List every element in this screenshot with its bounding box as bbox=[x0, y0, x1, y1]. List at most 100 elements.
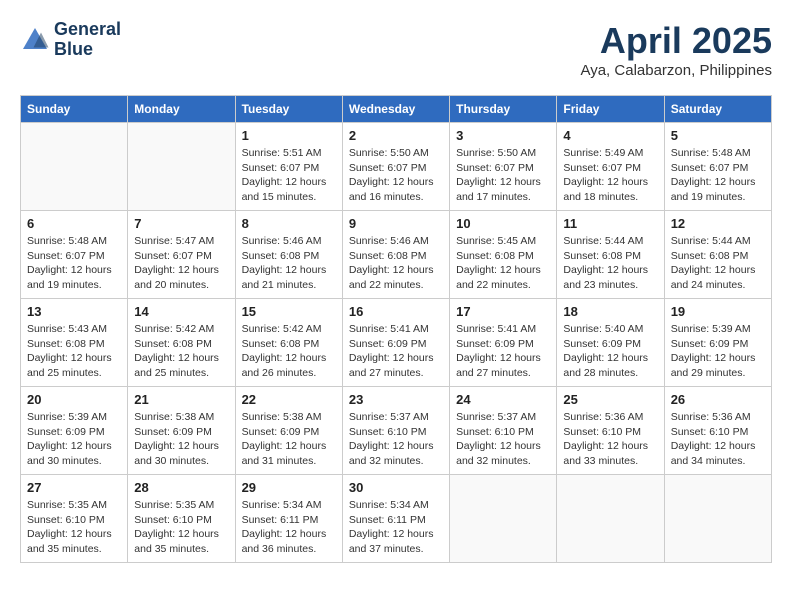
calendar-cell: 3Sunrise: 5:50 AM Sunset: 6:07 PM Daylig… bbox=[450, 123, 557, 211]
day-number: 19 bbox=[671, 304, 765, 319]
day-info: Sunrise: 5:44 AM Sunset: 6:08 PM Dayligh… bbox=[563, 234, 657, 293]
calendar-cell: 15 Sunrise: 5:42 AM Sunset: 6:08 PM Dayli… bbox=[235, 299, 342, 387]
day-number: 8 bbox=[242, 216, 336, 231]
day-info: Sunrise: 5:41 AM Sunset: 6:09 PM Dayligh… bbox=[456, 322, 550, 381]
day-info: Sunrise: 5:36 AM Sunset: 6:10 PM Dayligh… bbox=[563, 410, 657, 469]
calendar-cell: 4 Sunrise: 5:49 AM Sunset: 6:07 PM Daylig… bbox=[557, 123, 664, 211]
calendar-week-row: 6 Sunrise: 5:48 AM Sunset: 6:07 PM Daylig… bbox=[21, 211, 772, 299]
calendar-cell: 6 Sunrise: 5:48 AM Sunset: 6:07 PM Daylig… bbox=[21, 211, 128, 299]
day-number: 17 bbox=[456, 304, 550, 319]
day-number: 10 bbox=[456, 216, 550, 231]
calendar-cell: 20 Sunrise: 5:39 AM Sunset: 6:09 PM Dayli… bbox=[21, 387, 128, 475]
calendar-cell: 26Sunrise: 5:36 AM Sunset: 6:10 PM Dayli… bbox=[664, 387, 771, 475]
calendar-week-row: 20 Sunrise: 5:39 AM Sunset: 6:09 PM Dayli… bbox=[21, 387, 772, 475]
day-info: Sunrise: 5:50 AM Sunset: 6:07 PM Dayligh… bbox=[349, 146, 443, 205]
day-info: Sunrise: 5:39 AM Sunset: 6:09 PM Dayligh… bbox=[671, 322, 765, 381]
day-number: 26 bbox=[671, 392, 765, 407]
day-number: 30 bbox=[349, 480, 443, 495]
calendar-table: SundayMondayTuesdayWednesdayThursdayFrid… bbox=[20, 95, 772, 563]
day-number: 25 bbox=[563, 392, 657, 407]
calendar-cell: 21 Sunrise: 5:38 AM Sunset: 6:09 PM Dayli… bbox=[128, 387, 235, 475]
day-number: 5 bbox=[671, 128, 765, 143]
calendar-cell: 24 Sunrise: 5:37 AM Sunset: 6:10 PM Dayli… bbox=[450, 387, 557, 475]
calendar-cell bbox=[557, 475, 664, 563]
logo: General Blue bbox=[20, 20, 121, 60]
day-info: Sunrise: 5:35 AM Sunset: 6:10 PM Dayligh… bbox=[134, 498, 228, 557]
calendar-cell bbox=[664, 475, 771, 563]
day-info: Sunrise: 5:49 AM Sunset: 6:07 PM Dayligh… bbox=[563, 146, 657, 205]
day-number: 7 bbox=[134, 216, 228, 231]
weekday-header: Friday bbox=[557, 96, 664, 123]
day-info: Sunrise: 5:38 AM Sunset: 6:09 PM Dayligh… bbox=[242, 410, 336, 469]
calendar-cell: 13 Sunrise: 5:43 AM Sunset: 6:08 PM Dayli… bbox=[21, 299, 128, 387]
day-info: Sunrise: 5:46 AM Sunset: 6:08 PM Dayligh… bbox=[242, 234, 336, 293]
day-number: 15 bbox=[242, 304, 336, 319]
calendar-cell bbox=[450, 475, 557, 563]
calendar-week-row: 13 Sunrise: 5:43 AM Sunset: 6:08 PM Dayli… bbox=[21, 299, 772, 387]
calendar-cell: 8 Sunrise: 5:46 AM Sunset: 6:08 PM Daylig… bbox=[235, 211, 342, 299]
weekday-header: Tuesday bbox=[235, 96, 342, 123]
calendar-cell: 14 Sunrise: 5:42 AM Sunset: 6:08 PM Dayli… bbox=[128, 299, 235, 387]
day-info: Sunrise: 5:50 AM Sunset: 6:07 PM Dayligh… bbox=[456, 146, 550, 205]
day-info: Sunrise: 5:42 AM Sunset: 6:08 PM Dayligh… bbox=[242, 322, 336, 381]
day-info: Sunrise: 5:46 AM Sunset: 6:08 PM Dayligh… bbox=[349, 234, 443, 293]
day-info: Sunrise: 5:48 AM Sunset: 6:07 PM Dayligh… bbox=[27, 234, 121, 293]
calendar-cell: 12 Sunrise: 5:44 AM Sunset: 6:08 PM Dayli… bbox=[664, 211, 771, 299]
day-number: 16 bbox=[349, 304, 443, 319]
day-info: Sunrise: 5:43 AM Sunset: 6:08 PM Dayligh… bbox=[27, 322, 121, 381]
calendar-week-row: 1Sunrise: 5:51 AM Sunset: 6:07 PM Daylig… bbox=[21, 123, 772, 211]
day-number: 12 bbox=[671, 216, 765, 231]
day-number: 1 bbox=[242, 128, 336, 143]
calendar-cell bbox=[128, 123, 235, 211]
calendar-cell: 30Sunrise: 5:34 AM Sunset: 6:11 PM Dayli… bbox=[342, 475, 449, 563]
page-header: General Blue April 2025 Aya, Calabarzon,… bbox=[20, 20, 772, 79]
weekday-header: Thursday bbox=[450, 96, 557, 123]
day-number: 21 bbox=[134, 392, 228, 407]
calendar-cell: 10 Sunrise: 5:45 AM Sunset: 6:08 PM Dayli… bbox=[450, 211, 557, 299]
day-info: Sunrise: 5:34 AM Sunset: 6:11 PM Dayligh… bbox=[242, 498, 336, 557]
day-info: Sunrise: 5:42 AM Sunset: 6:08 PM Dayligh… bbox=[134, 322, 228, 381]
day-number: 13 bbox=[27, 304, 121, 319]
calendar-cell: 19 Sunrise: 5:39 AM Sunset: 6:09 PM Dayli… bbox=[664, 299, 771, 387]
calendar-week-row: 27 Sunrise: 5:35 AM Sunset: 6:10 PM Dayli… bbox=[21, 475, 772, 563]
calendar-cell: 25 Sunrise: 5:36 AM Sunset: 6:10 PM Dayli… bbox=[557, 387, 664, 475]
day-number: 2 bbox=[349, 128, 443, 143]
calendar-cell: 27 Sunrise: 5:35 AM Sunset: 6:10 PM Dayli… bbox=[21, 475, 128, 563]
day-number: 20 bbox=[27, 392, 121, 407]
day-number: 18 bbox=[563, 304, 657, 319]
calendar-cell: 9 Sunrise: 5:46 AM Sunset: 6:08 PM Daylig… bbox=[342, 211, 449, 299]
weekday-header: Monday bbox=[128, 96, 235, 123]
day-info: Sunrise: 5:37 AM Sunset: 6:10 PM Dayligh… bbox=[349, 410, 443, 469]
calendar-cell: 29 Sunrise: 5:34 AM Sunset: 6:11 PM Dayli… bbox=[235, 475, 342, 563]
logo-text: General Blue bbox=[54, 20, 121, 60]
day-number: 4 bbox=[563, 128, 657, 143]
day-info: Sunrise: 5:47 AM Sunset: 6:07 PM Dayligh… bbox=[134, 234, 228, 293]
day-number: 9 bbox=[349, 216, 443, 231]
day-number: 27 bbox=[27, 480, 121, 495]
calendar-cell: 7 Sunrise: 5:47 AM Sunset: 6:07 PM Daylig… bbox=[128, 211, 235, 299]
day-info: Sunrise: 5:37 AM Sunset: 6:10 PM Dayligh… bbox=[456, 410, 550, 469]
day-info: Sunrise: 5:38 AM Sunset: 6:09 PM Dayligh… bbox=[134, 410, 228, 469]
day-info: Sunrise: 5:48 AM Sunset: 6:07 PM Dayligh… bbox=[671, 146, 765, 205]
calendar-cell: 16 Sunrise: 5:41 AM Sunset: 6:09 PM Dayli… bbox=[342, 299, 449, 387]
weekday-header: Saturday bbox=[664, 96, 771, 123]
calendar-cell: 22Sunrise: 5:38 AM Sunset: 6:09 PM Dayli… bbox=[235, 387, 342, 475]
day-info: Sunrise: 5:44 AM Sunset: 6:08 PM Dayligh… bbox=[671, 234, 765, 293]
weekday-header: Wednesday bbox=[342, 96, 449, 123]
calendar-cell: 17 Sunrise: 5:41 AM Sunset: 6:09 PM Dayli… bbox=[450, 299, 557, 387]
day-info: Sunrise: 5:40 AM Sunset: 6:09 PM Dayligh… bbox=[563, 322, 657, 381]
day-info: Sunrise: 5:41 AM Sunset: 6:09 PM Dayligh… bbox=[349, 322, 443, 381]
day-number: 6 bbox=[27, 216, 121, 231]
weekday-header: Sunday bbox=[21, 96, 128, 123]
weekday-header-row: SundayMondayTuesdayWednesdayThursdayFrid… bbox=[21, 96, 772, 123]
day-info: Sunrise: 5:35 AM Sunset: 6:10 PM Dayligh… bbox=[27, 498, 121, 557]
calendar-cell: 1Sunrise: 5:51 AM Sunset: 6:07 PM Daylig… bbox=[235, 123, 342, 211]
day-number: 24 bbox=[456, 392, 550, 407]
calendar-cell: 5 Sunrise: 5:48 AM Sunset: 6:07 PM Daylig… bbox=[664, 123, 771, 211]
calendar-cell: 2 Sunrise: 5:50 AM Sunset: 6:07 PM Daylig… bbox=[342, 123, 449, 211]
month-title: April 2025 bbox=[580, 20, 772, 62]
day-number: 14 bbox=[134, 304, 228, 319]
day-number: 29 bbox=[242, 480, 336, 495]
day-info: Sunrise: 5:39 AM Sunset: 6:09 PM Dayligh… bbox=[27, 410, 121, 469]
day-info: Sunrise: 5:45 AM Sunset: 6:08 PM Dayligh… bbox=[456, 234, 550, 293]
